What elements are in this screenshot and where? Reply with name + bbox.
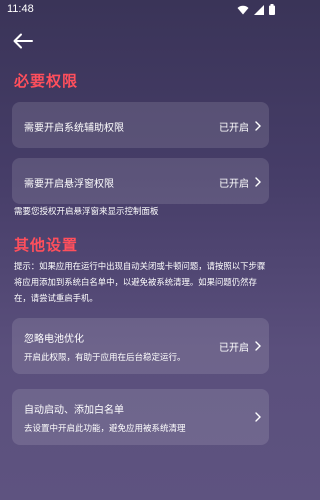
autostart-whitelist-card[interactable]: 自动启动、添加白名单 去设置中开启此功能，避免应用被系统清理 (12, 389, 269, 445)
chevron-right-icon (255, 121, 261, 131)
accessibility-permission-title: 需要开启系统辅助权限 (24, 123, 124, 134)
autostart-whitelist-subtitle: 去设置中开启此功能，避免应用被系统清理 (24, 424, 186, 434)
overlay-note: 需要您授权开启悬浮窗来显示控制面板 (14, 207, 159, 217)
chevron-right-icon (255, 177, 261, 187)
battery-optimization-status: 已开启 (219, 343, 249, 354)
overlay-permission-card[interactable]: 需要开启悬浮窗权限 已开启 (12, 158, 269, 204)
autostart-whitelist-title: 自动启动、添加白名单 (24, 405, 124, 416)
chevron-right-icon (255, 412, 261, 422)
battery-icon (269, 4, 275, 15)
status-time: 11:48 (7, 3, 34, 15)
status-bar: 11:48 (0, 0, 281, 22)
hint-text: 提示：如果应用在运行中出现自动关闭或卡顿问题，请按照以下步骤将应用添加到系统白名… (14, 261, 266, 303)
battery-optimization-card[interactable]: 忽略电池优化 开启此权限，有助于应用在后台稳定运行。 已开启 (12, 318, 269, 374)
overlay-permission-title: 需要开启悬浮窗权限 (24, 179, 114, 190)
arrow-left-icon (13, 33, 33, 49)
wifi-icon (237, 5, 249, 14)
accessibility-permission-status: 已开启 (219, 123, 249, 134)
section-title-required: 必要权限 (14, 72, 79, 90)
battery-optimization-subtitle: 开启此权限，有助于应用在后台稳定运行。 (24, 353, 186, 363)
section-title-other: 其他设置 (14, 236, 79, 254)
battery-optimization-title: 忽略电池优化 (24, 334, 84, 345)
back-button[interactable] (12, 32, 34, 50)
accessibility-permission-card[interactable]: 需要开启系统辅助权限 已开启 (12, 102, 269, 148)
status-icons (237, 4, 275, 15)
signal-icon (254, 4, 264, 15)
chevron-right-icon (255, 341, 261, 351)
overlay-permission-status: 已开启 (219, 179, 249, 190)
